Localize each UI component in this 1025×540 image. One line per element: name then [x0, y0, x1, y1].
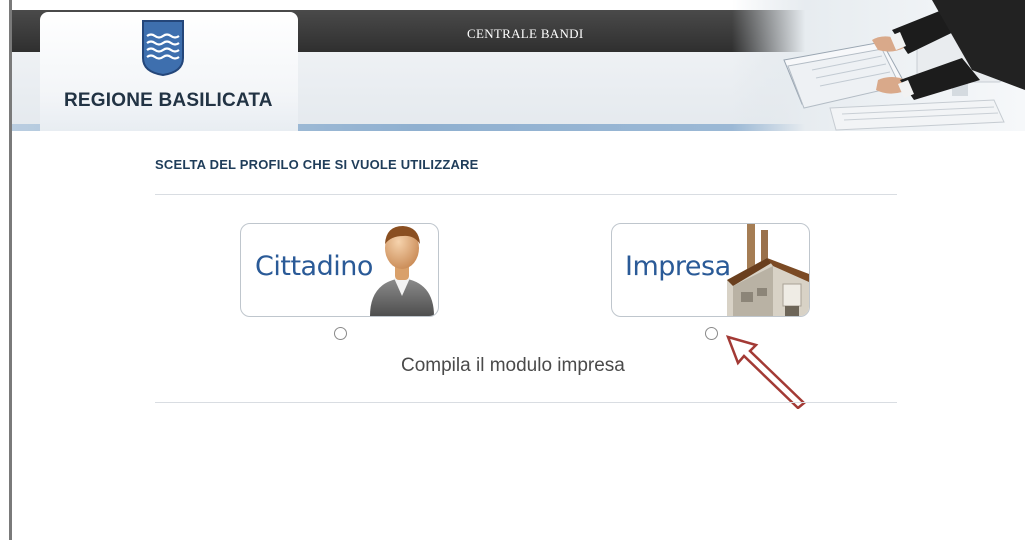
profile-label-cittadino: Cittadino [255, 251, 373, 282]
person-avatar-icon [370, 226, 434, 316]
divider [155, 402, 897, 403]
profile-label-impresa: Impresa [625, 251, 731, 282]
outline-arrow-icon [726, 335, 806, 409]
page-header-title: CENTRALE BANDI [467, 26, 584, 41]
hands-documents-computer-icon [732, 0, 1025, 131]
profile-card-cittadino[interactable]: Cittadino [240, 223, 439, 317]
divider [155, 194, 897, 195]
region-emblem-icon [142, 20, 184, 77]
factory-building-icon [727, 224, 809, 316]
instruction-text: Compila il modulo impresa [401, 355, 625, 376]
section-title: SCELTA DEL PROFILO CHE SI VUOLE UTILIZZA… [155, 157, 479, 172]
site-header: REGIONE BASILICATA CENTRALE BANDI [12, 0, 1025, 131]
site-logo-text: REGIONE BASILICATA [64, 90, 273, 111]
window-left-border [0, 0, 12, 540]
radio-cittadino[interactable] [334, 327, 347, 340]
profile-card-impresa[interactable]: Impresa [611, 223, 810, 317]
main-content: SCELTA DEL PROFILO CHE SI VUOLE UTILIZZA… [12, 131, 1025, 540]
radio-impresa[interactable] [705, 327, 718, 340]
logo-tab[interactable]: REGIONE BASILICATA [40, 12, 298, 131]
